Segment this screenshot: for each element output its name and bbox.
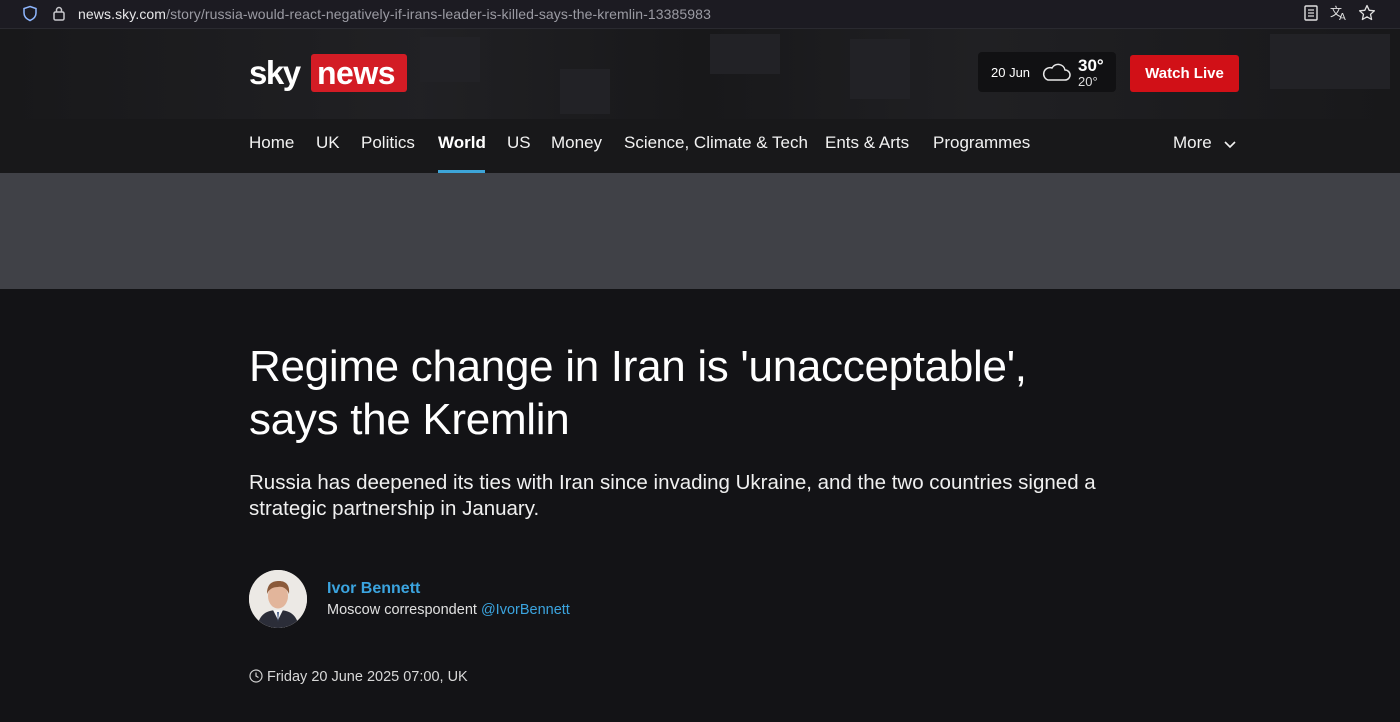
weather-high: 30° — [1078, 56, 1104, 75]
translate-icon[interactable]: 文A — [1330, 4, 1348, 27]
author-twitter-handle[interactable]: @IvorBennett — [481, 602, 570, 618]
chevron-down-icon[interactable] — [1223, 137, 1237, 155]
advert-placeholder — [0, 173, 1400, 289]
header-texture-block — [420, 37, 480, 82]
author-name-link[interactable]: Ivor Bennett — [327, 580, 420, 598]
nav-item-us[interactable]: US — [507, 133, 531, 153]
shield-icon[interactable] — [22, 5, 38, 27]
main-nav: Home UK Politics World US Money Science,… — [0, 119, 1400, 173]
reader-view-icon[interactable] — [1303, 4, 1319, 27]
article-timestamp: Friday 20 June 2025 07:00, UK — [249, 669, 468, 685]
site-header: sky news 20 Jun 30° 20° Watch Live Home … — [0, 29, 1400, 173]
url-domain: news.sky.com — [78, 6, 167, 22]
clock-icon — [249, 669, 263, 683]
author-avatar[interactable] — [249, 570, 307, 628]
nav-item-ents-arts[interactable]: Ents & Arts — [825, 133, 909, 153]
weather-date: 20 Jun — [991, 65, 1031, 80]
headline-line-2: says the Kremlin — [249, 395, 570, 444]
header-texture-block — [560, 69, 610, 114]
nav-item-money[interactable]: Money — [551, 133, 602, 153]
nav-item-home[interactable]: Home — [249, 133, 294, 153]
timestamp-text: Friday 20 June 2025 07:00, UK — [267, 669, 468, 685]
cloud-icon — [1040, 62, 1072, 87]
header-texture-block — [710, 34, 780, 74]
nav-item-politics[interactable]: Politics — [361, 133, 415, 153]
lock-icon[interactable] — [52, 5, 66, 27]
watch-live-button[interactable]: Watch Live — [1130, 55, 1239, 92]
url-text[interactable]: news.sky.com/story/russia-would-react-ne… — [78, 6, 711, 22]
logo-news-box: news — [311, 54, 407, 92]
article-headline: Regime change in Iran is 'unacceptable',… — [249, 340, 1109, 446]
nav-item-world[interactable]: World — [438, 133, 486, 153]
url-path: /story/russia-would-react-negatively-if-… — [166, 6, 711, 22]
logo-news-text: news — [317, 55, 396, 91]
bookmark-star-icon[interactable] — [1358, 4, 1376, 27]
weather-low: 20° — [1078, 74, 1098, 89]
nav-more-button[interactable]: More — [1173, 133, 1212, 153]
article-standfirst: Russia has deepened its ties with Iran s… — [249, 471, 1096, 520]
header-texture-block — [850, 39, 910, 99]
logo-sky-text: sky — [249, 54, 301, 91]
author-role: Moscow correspondent @IvorBennett — [327, 602, 570, 618]
headline-line-1: Regime change in Iran is 'unacceptable', — [249, 342, 1027, 391]
svg-text:A: A — [1339, 12, 1346, 22]
nav-item-programmes[interactable]: Programmes — [933, 133, 1030, 153]
browser-address-bar[interactable]: news.sky.com/story/russia-would-react-ne… — [0, 0, 1400, 29]
nav-item-uk[interactable]: UK — [316, 133, 340, 153]
nav-item-science[interactable]: Science, Climate & Tech — [624, 133, 808, 153]
author-role-text: Moscow correspondent — [327, 602, 477, 618]
header-texture-block — [1270, 34, 1390, 89]
weather-widget[interactable]: 20 Jun 30° 20° — [978, 52, 1116, 92]
